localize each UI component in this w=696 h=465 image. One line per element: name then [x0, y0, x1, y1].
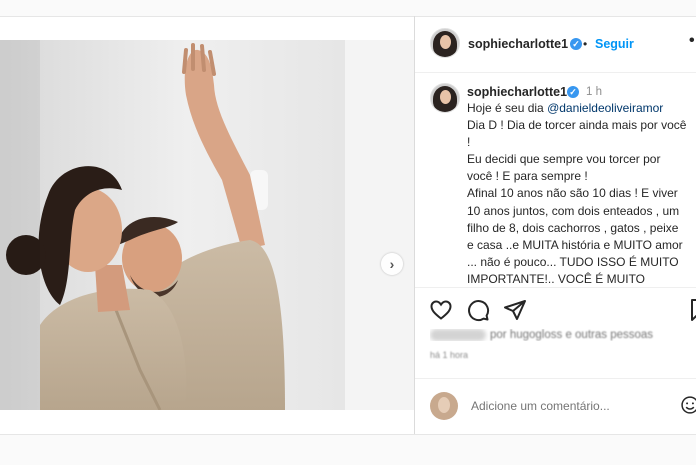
- emoji-icon[interactable]: [680, 395, 696, 415]
- header-divider: [415, 72, 696, 73]
- caption-line: Dia D ! Dia de torcer ainda mais por voc…: [467, 118, 687, 150]
- post-timestamp[interactable]: 1 h: [586, 86, 602, 98]
- panel-divider: [414, 16, 415, 434]
- top-page-strip: [0, 0, 696, 17]
- post-photo[interactable]: ›: [0, 40, 414, 410]
- caption-line: Hoje é seu dia: [467, 101, 548, 115]
- actions-divider: [415, 287, 696, 288]
- follow-button[interactable]: Seguir: [595, 37, 634, 51]
- posted-ago: há 1 hora: [430, 350, 469, 360]
- likes-text: por hugogloss e outras pessoas: [490, 329, 654, 342]
- post-header: sophiecharlotte1 ✓ • Seguir •••: [430, 28, 696, 60]
- heart-icon[interactable]: [429, 298, 453, 322]
- photo-illustration: [0, 40, 414, 410]
- likes-summary[interactable]: por hugogloss e outras pessoas: [430, 329, 696, 341]
- bookmark-icon[interactable]: [688, 298, 696, 322]
- comment-input[interactable]: [471, 399, 651, 413]
- carousel-next-button[interactable]: ›: [381, 253, 403, 275]
- comment-icon[interactable]: [466, 298, 490, 322]
- viewer-avatar: [430, 392, 458, 420]
- post-caption: Hoje é seu dia @danieldeoliveiramor Dia …: [467, 100, 687, 288]
- caption-line: Afinal 10 anos não são 10 dias ! E viver…: [467, 186, 683, 286]
- share-icon[interactable]: [503, 298, 527, 322]
- more-options-icon[interactable]: •••: [689, 32, 696, 50]
- verified-badge-icon: ✓: [570, 38, 582, 50]
- author-avatar[interactable]: [430, 28, 460, 58]
- verified-badge-icon: ✓: [567, 86, 579, 98]
- header-separator: •: [583, 37, 588, 51]
- caption-line: Eu decidi que sempre vou torcer por você…: [467, 152, 661, 184]
- instagram-post-embed: › sophiecharlotte1 ✓ • Seguir ••• sophie…: [0, 0, 696, 465]
- comment-divider: [415, 378, 696, 379]
- bottom-page-strip: [0, 434, 696, 465]
- author-username[interactable]: sophiecharlotte1: [468, 37, 568, 51]
- liker-avatars-blurred: [430, 329, 486, 341]
- caption-mention-link[interactable]: @danieldeoliveiramor: [547, 101, 663, 115]
- chevron-right-icon: ›: [389, 256, 395, 272]
- caption-author-avatar[interactable]: [430, 83, 460, 113]
- caption-username[interactable]: sophiecharlotte1: [467, 85, 567, 99]
